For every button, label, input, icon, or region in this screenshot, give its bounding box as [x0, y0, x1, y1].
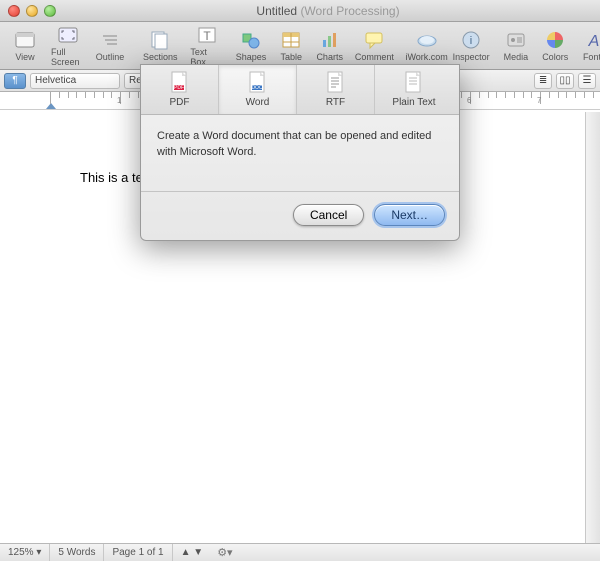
fullscreen-label: Full Screen: [51, 47, 84, 67]
status-bar: 125% ▾ 5 Words Page 1 of 1 ▲ ▼ ⚙▾: [0, 543, 600, 561]
fullscreen-button[interactable]: Full Screen: [44, 24, 91, 67]
charts-icon: [318, 29, 342, 51]
cancel-button[interactable]: Cancel: [293, 204, 364, 226]
svg-text:i: i: [470, 35, 472, 47]
gear-icon[interactable]: ⚙▾: [211, 546, 238, 559]
comment-icon: [362, 29, 386, 51]
inspector-button[interactable]: i Inspector: [446, 29, 497, 62]
export-format-tabs: PDF PDF DOC Word RTF Plain Text: [141, 65, 459, 115]
rtf-icon: [324, 71, 348, 95]
vertical-scrollbar[interactable]: [585, 112, 600, 543]
toolbar: View Full Screen Outline Section: [0, 22, 600, 70]
table-button[interactable]: Table: [272, 24, 310, 67]
view-button[interactable]: View: [6, 24, 44, 67]
inspector-label: Inspector: [453, 52, 490, 62]
zoom-control[interactable]: 125% ▾: [0, 544, 50, 561]
svg-text:DOC: DOC: [251, 85, 263, 91]
textbox-icon: T: [195, 24, 219, 46]
list-style-button[interactable]: ☰: [578, 73, 596, 89]
zoom-button[interactable]: [44, 5, 56, 17]
shapes-button[interactable]: Shapes: [230, 24, 273, 67]
fullscreen-icon: [56, 24, 80, 46]
export-tab-rtf-label: RTF: [326, 97, 345, 108]
view-label: View: [15, 52, 34, 62]
export-tab-word-label: Word: [246, 97, 270, 108]
fonts-label: Fonts: [583, 52, 600, 62]
close-button[interactable]: [8, 5, 20, 17]
line-spacing-button[interactable]: ≣: [534, 73, 552, 89]
shapes-label: Shapes: [236, 52, 267, 62]
sections-button[interactable]: Sections: [137, 24, 183, 67]
next-button[interactable]: Next…: [374, 204, 445, 226]
outline-icon: [98, 29, 122, 51]
font-family-select[interactable]: Helvetica: [30, 73, 120, 89]
word-count[interactable]: 5 Words: [50, 544, 104, 561]
iwork-button[interactable]: iWork.com: [408, 29, 446, 62]
paragraph-style-button[interactable]: ¶: [4, 73, 26, 89]
table-icon: [279, 29, 303, 51]
page-indicator[interactable]: Page 1 of 1: [104, 544, 172, 561]
outline-label: Outline: [96, 52, 125, 62]
ruler-number: 1: [117, 96, 121, 105]
charts-label: Charts: [316, 52, 343, 62]
window-controls: [8, 5, 56, 17]
export-tab-rtf[interactable]: RTF: [297, 65, 375, 114]
zoom-value: 125%: [8, 547, 34, 558]
ruler-number: 6: [467, 96, 471, 105]
media-button[interactable]: Media: [497, 29, 536, 62]
export-dialog: PDF PDF DOC Word RTF Plain Text: [140, 64, 460, 241]
export-tab-pdf[interactable]: PDF PDF: [141, 65, 219, 114]
nav-arrows[interactable]: ▲ ▼: [173, 544, 212, 561]
font-family-value: Helvetica: [35, 75, 76, 86]
export-description: Create a Word document that can be opene…: [141, 115, 459, 191]
iwork-icon: [415, 29, 439, 51]
columns-button[interactable]: ▯▯: [556, 73, 574, 89]
colors-icon: [543, 29, 567, 51]
export-tab-pdf-label: PDF: [170, 97, 190, 108]
window-title: Untitled (Word Processing): [56, 4, 600, 18]
sections-icon: [148, 29, 172, 51]
pdf-icon: PDF: [168, 71, 192, 95]
export-tab-plaintext-label: Plain Text: [392, 97, 435, 108]
inspector-icon: i: [459, 29, 483, 51]
ruler-number: 7: [537, 96, 541, 105]
media-label: Media: [504, 52, 529, 62]
titlebar: Untitled (Word Processing): [0, 0, 600, 22]
plaintext-icon: [402, 71, 426, 95]
svg-text:PDF: PDF: [174, 85, 184, 91]
fonts-icon: A: [582, 29, 600, 51]
table-label: Table: [281, 52, 303, 62]
comment-label: Comment: [355, 52, 394, 62]
textbox-button[interactable]: T Text Box: [183, 24, 229, 67]
word-doc-icon: DOC: [246, 71, 270, 95]
fonts-button[interactable]: A Fonts: [575, 29, 600, 62]
title-main: Untitled: [256, 4, 297, 18]
svg-text:T: T: [203, 29, 211, 43]
title-sub: (Word Processing): [300, 4, 399, 18]
colors-button[interactable]: Colors: [535, 29, 575, 62]
view-icon: [13, 29, 37, 51]
media-icon: [504, 29, 528, 51]
comment-button[interactable]: Comment: [349, 24, 400, 67]
outline-button[interactable]: Outline: [91, 24, 129, 67]
export-tab-plaintext[interactable]: Plain Text: [375, 65, 453, 114]
minimize-button[interactable]: [26, 5, 38, 17]
charts-button[interactable]: Charts: [310, 24, 349, 67]
sections-label: Sections: [143, 52, 178, 62]
export-tab-word[interactable]: DOC Word: [219, 65, 297, 114]
first-line-indent[interactable]: [46, 103, 56, 109]
colors-label: Colors: [542, 52, 568, 62]
iwork-label: iWork.com: [405, 52, 447, 62]
shapes-icon: [239, 29, 263, 51]
svg-text:A: A: [588, 33, 600, 50]
